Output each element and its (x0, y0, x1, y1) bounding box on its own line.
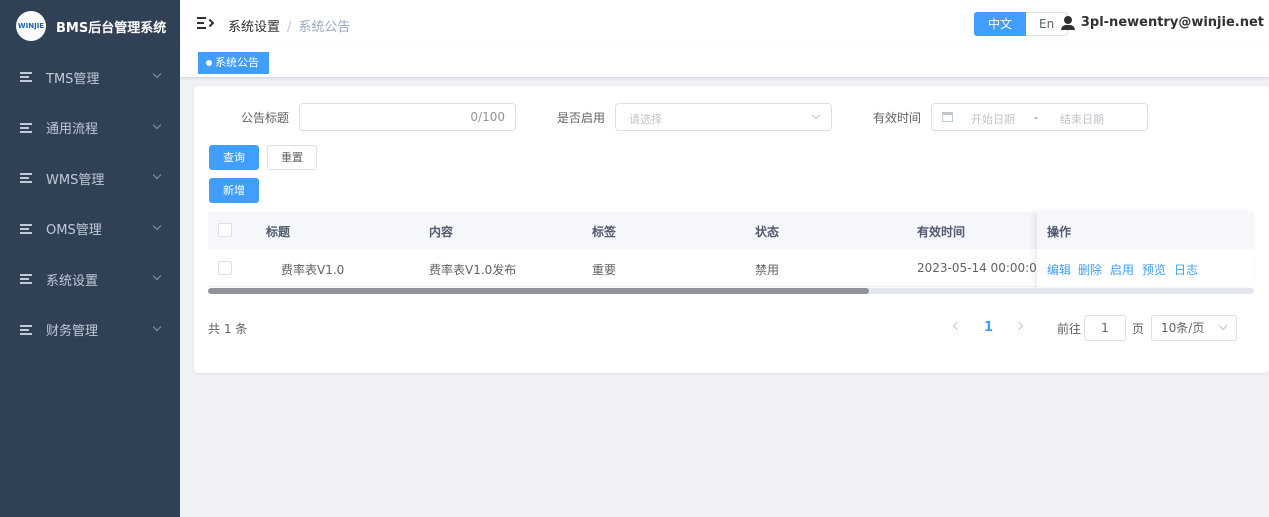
enabled-select[interactable]: 请选择 (615, 103, 832, 131)
page-number-current[interactable]: 1 (984, 320, 993, 335)
logo-icon: WINJIE (16, 11, 46, 41)
menu-list-icon (20, 173, 34, 184)
sidebar-item-tms[interactable]: TMS管理 (0, 52, 180, 103)
sidebar-item-label: 通用流程 (46, 122, 99, 138)
page-size-value: 10条/页 (1161, 321, 1205, 335)
enabled-filter-label: 是否启用 (557, 111, 606, 125)
col-content-header: 内容 (429, 225, 454, 239)
chevron-down-icon (152, 221, 162, 230)
lang-zh-button[interactable]: 中文 (974, 12, 1027, 36)
sidebar-item-wms[interactable]: WMS管理 (0, 153, 180, 204)
row-checkbox[interactable] (218, 261, 232, 275)
reset-button[interactable]: 重置 (267, 145, 317, 170)
col-tag-header: 标签 (592, 225, 617, 239)
horizontal-scrollbar[interactable] (208, 288, 1254, 294)
scrollbar-thumb[interactable] (208, 288, 869, 294)
user-icon (1060, 15, 1075, 30)
cell-content: 费率表V1.0发布 (429, 263, 517, 277)
title-filter-label: 公告标题 (241, 111, 290, 125)
chevron-down-icon (152, 120, 162, 129)
sidebar-item-label: 系统设置 (46, 273, 99, 289)
title-char-count: 0/100 (470, 110, 505, 124)
date-range-picker[interactable]: 开始日期 - 结束日期 (931, 103, 1148, 131)
ops-header-cell: 操作 (1037, 212, 1254, 249)
menu-list-icon (20, 274, 34, 285)
menu-list-icon (20, 72, 34, 83)
log-link[interactable]: 日志 (1174, 261, 1198, 278)
end-date-placeholder: 结束日期 (1060, 113, 1104, 126)
breadcrumb: 系统设置 / 系统公告 (228, 16, 350, 35)
breadcrumb-item-system-settings[interactable]: 系统设置 (228, 20, 280, 35)
page-unit-label: 页 (1132, 322, 1145, 336)
sidebar-item-label: OMS管理 (46, 223, 102, 239)
ops-cell: 编辑 删除 启用 预览 日志 (1037, 249, 1254, 287)
prev-page-icon[interactable] (952, 321, 962, 331)
cell-tag: 重要 (592, 263, 617, 277)
ops-fixed-column: 操作 编辑 删除 启用 预览 日志 (1037, 212, 1254, 287)
col-valid-time-header: 有效时间 (917, 225, 966, 239)
menu-list-icon (20, 223, 34, 234)
col-title-header: 标题 (266, 225, 291, 239)
logo-area: WINJIE BMS后台管理系统 (0, 0, 180, 52)
chevron-down-icon (152, 69, 162, 79)
app-title: BMS后台管理系统 (56, 20, 167, 36)
user-email: 3pl-newentry@winjie.net (1080, 15, 1264, 30)
sidebar: WINJIE BMS后台管理系统 TMS管理 通用流程 WMS管理 OMS管理 … (0, 0, 180, 517)
col-status-header: 状态 (755, 225, 780, 239)
sidebar-item-label: TMS管理 (46, 71, 100, 87)
sidebar-item-finance[interactable]: 财务管理 (0, 305, 180, 356)
valid-time-filter-label: 有效时间 (873, 111, 922, 125)
date-range-separator: - (1034, 111, 1038, 124)
breadcrumb-separator: / (287, 20, 292, 35)
goto-label: 前往 (1057, 322, 1082, 336)
start-date-placeholder: 开始日期 (971, 113, 1015, 126)
select-all-checkbox[interactable] (218, 223, 232, 237)
chevron-down-icon (1218, 321, 1228, 331)
chevron-down-icon (811, 110, 821, 120)
delete-link[interactable]: 删除 (1078, 261, 1102, 278)
sidebar-item-system-settings[interactable]: 系统设置 (0, 254, 180, 305)
sidebar-item-oms[interactable]: OMS管理 (0, 204, 180, 255)
tag-system-announcement[interactable]: 系统公告 (198, 52, 269, 74)
active-dot-icon (206, 60, 212, 66)
enabled-placeholder: 请选择 (629, 113, 662, 126)
chevron-down-icon (152, 322, 162, 331)
sidebar-item-label: 财务管理 (46, 324, 99, 340)
goto-page-input[interactable]: 1 (1084, 315, 1126, 341)
cell-title: 费率表V1.0 (281, 263, 345, 277)
main-card: 公告标题 0/100 是否启用 请选择 有效时间 开始日期 - 结束日期 查询 … (194, 86, 1269, 373)
sidebar-item-label: WMS管理 (46, 172, 105, 188)
chevron-down-icon (152, 271, 162, 281)
cell-valid-time: 2023-05-14 00:00:00 - 2 (917, 261, 1037, 275)
tag-label: 系统公告 (215, 56, 259, 69)
enable-link[interactable]: 启用 (1110, 261, 1134, 278)
chevron-down-icon (152, 170, 162, 180)
page-size-select[interactable]: 10条/页 (1151, 315, 1237, 341)
menu-list-icon (20, 324, 34, 335)
calendar-icon (942, 112, 953, 122)
menu-list-icon (20, 122, 34, 133)
top-header: 系统设置 / 系统公告 中文 En 3pl-newentry@winjie.net (180, 0, 1269, 48)
cell-status: 禁用 (755, 263, 780, 277)
next-page-icon[interactable] (1014, 321, 1024, 331)
preview-link[interactable]: 预览 (1142, 261, 1166, 278)
query-button[interactable]: 查询 (209, 145, 259, 170)
add-button[interactable]: 新增 (209, 178, 259, 203)
edit-link[interactable]: 编辑 (1047, 261, 1071, 278)
language-switch: 中文 En (974, 12, 1069, 36)
breadcrumb-item-announcement: 系统公告 (298, 20, 351, 35)
sidebar-item-general-flow[interactable]: 通用流程 (0, 103, 180, 154)
pagination-total: 共 1 条 (208, 322, 248, 336)
user-menu[interactable]: 3pl-newentry@winjie.net (1060, 15, 1264, 30)
tags-view-bar: 系统公告 (180, 48, 1269, 78)
col-ops-header: 操作 (1047, 225, 1072, 239)
collapse-menu-icon[interactable] (197, 17, 215, 30)
title-input[interactable]: 0/100 (299, 103, 516, 131)
